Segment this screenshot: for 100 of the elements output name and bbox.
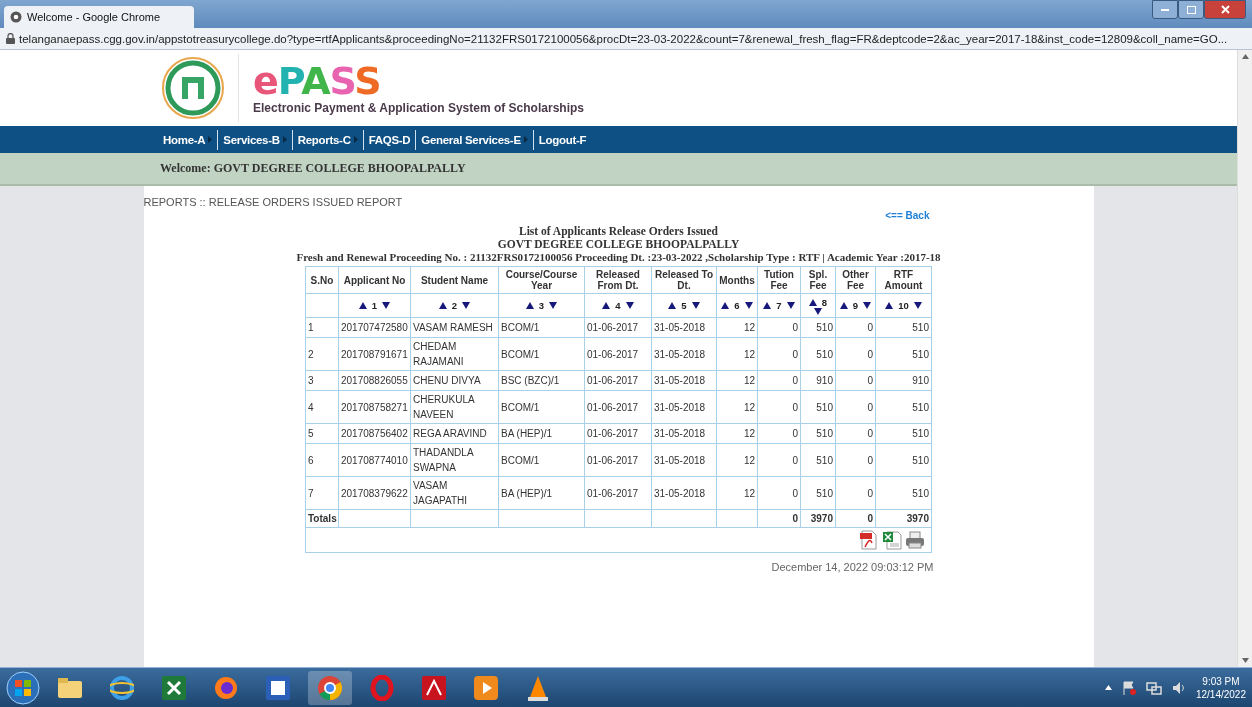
table-cell: 4 [308, 401, 314, 413]
table-cell: 0 [867, 322, 873, 333]
sort-up-icon[interactable] [763, 302, 772, 309]
sort-down-icon[interactable] [913, 302, 922, 309]
maximize-button[interactable] [1178, 0, 1204, 19]
sort-down-icon[interactable] [462, 302, 471, 309]
sort-up-icon[interactable] [525, 302, 534, 309]
table-cell: 510 [912, 322, 929, 333]
minimize-icon [1161, 8, 1169, 11]
table-cell: 0 [867, 487, 873, 499]
table-cell: 1 [308, 322, 314, 333]
table-cell: 12 [743, 348, 755, 360]
sort-up-icon[interactable] [885, 302, 894, 309]
table-cell: 01-06-2017 [587, 454, 639, 466]
column-header: RTF Amount [884, 269, 923, 291]
table-cell: 910 [912, 375, 929, 386]
network-icon[interactable] [1145, 680, 1162, 695]
table-cell: VASAM RAMESH [413, 322, 493, 333]
folder-icon[interactable] [58, 677, 82, 698]
table-cell: 0 [792, 401, 798, 413]
nav-link[interactable]: Services-B [218, 129, 293, 150]
table-cell: 31-05-2018 [654, 401, 706, 413]
sort-down-icon[interactable] [625, 302, 634, 309]
sort-up-icon[interactable] [721, 302, 730, 309]
sort-down-icon[interactable] [863, 302, 872, 309]
printer-icon[interactable] [905, 530, 925, 550]
scroll-up-icon[interactable] [1241, 54, 1249, 59]
sort-up-icon[interactable] [602, 302, 611, 309]
browser-icon [10, 11, 22, 23]
pdf-reader-icon[interactable] [422, 675, 446, 700]
total-cell: Totals [308, 513, 337, 524]
table-cell: VASAM JAGAPATHI [413, 480, 468, 506]
media-player-icon[interactable] [474, 675, 498, 700]
sort-down-icon[interactable] [691, 302, 700, 309]
table-cell: 0 [867, 401, 873, 413]
table-cell: 01-06-2017 [587, 348, 639, 360]
spreadsheet-icon[interactable] [882, 530, 902, 550]
total-cell: 3970 [906, 513, 929, 524]
table-cell: 510 [816, 428, 833, 439]
chrome-browser-icon[interactable] [317, 674, 343, 701]
table-cell: 31-05-2018 [654, 375, 706, 386]
sort-up-icon[interactable] [808, 298, 817, 306]
sort-number: 6 [734, 300, 740, 311]
sort-up-icon[interactable] [668, 302, 677, 309]
table-cell: 12 [743, 401, 755, 413]
column-header: Spl. Fee [808, 269, 828, 291]
page-heading: REPORTS :: RELEASE ORDERS ISSUED REPORT [143, 196, 403, 208]
sort-number: 7 [776, 300, 782, 311]
welcome-text: Welcome: GOVT DEGREE COLLEGE BHOOPALPALLY [160, 161, 466, 176]
taskbar-clock[interactable]: 9:03 PM 12/14/2022 [1195, 674, 1246, 701]
table-cell: 01-06-2017 [587, 487, 639, 499]
sort-up-icon[interactable] [438, 302, 447, 309]
sort-down-icon[interactable] [744, 302, 753, 309]
tray-arrow-icon[interactable] [1104, 685, 1112, 690]
report-title: List of Applicants Release Orders Issued [519, 225, 718, 238]
column-header: Course/Course Year [505, 269, 578, 291]
column-header: Released To Dt. [654, 269, 714, 291]
table-cell: 01-06-2017 [587, 428, 639, 439]
browser-tab[interactable]: Welcome - Google Chrome [4, 6, 194, 28]
table-cell: 12 [743, 428, 755, 439]
start-orb-icon[interactable] [6, 670, 40, 705]
table-cell: CHERUKULA NAVEEN [413, 394, 475, 420]
traffic-cone-icon[interactable] [526, 674, 550, 701]
table-cell: 0 [792, 348, 798, 360]
nav-link[interactable]: FAQS-D [363, 129, 417, 150]
document-icon[interactable] [266, 675, 290, 700]
table-cell: 0 [792, 454, 798, 466]
sort-up-icon[interactable] [358, 302, 367, 309]
sort-number: 2 [451, 300, 458, 311]
nav-link[interactable]: Home-A [158, 129, 219, 150]
scrollbar[interactable] [1237, 50, 1252, 667]
sort-down-icon[interactable] [786, 302, 795, 309]
table-cell: 510 [816, 487, 833, 499]
table-cell: 5 [308, 428, 314, 439]
close-button[interactable] [1204, 0, 1246, 19]
table-cell: 3 [308, 375, 314, 386]
fox-browser-icon[interactable] [214, 675, 238, 700]
sort-number: 8 [821, 296, 828, 308]
sort-up-icon[interactable] [839, 302, 848, 309]
table-cell: 31-05-2018 [654, 454, 706, 466]
table-cell: 12 [743, 454, 755, 466]
total-cell: 3970 [810, 513, 833, 524]
flag-icon[interactable] [1121, 680, 1136, 695]
back-link[interactable]: <== Back [885, 210, 930, 221]
pdf-icon[interactable] [859, 530, 879, 550]
sort-number: 9 [852, 300, 859, 311]
scroll-down-icon[interactable] [1241, 658, 1249, 663]
spreadsheet-icon[interactable] [162, 675, 186, 700]
site-subtitle: Electronic Payment & Application System of Scholarships [253, 101, 584, 115]
column-header: S.No [310, 274, 334, 286]
nav-link[interactable]: Reports-C [292, 129, 364, 150]
speaker-icon[interactable] [1171, 680, 1186, 695]
nav-link[interactable]: General Services-E [416, 129, 534, 150]
table-cell: BCOM/1 [501, 322, 540, 333]
sort-down-icon[interactable] [549, 302, 558, 309]
globe-e-icon[interactable] [110, 675, 134, 700]
sort-down-icon[interactable] [382, 302, 391, 309]
nav-link[interactable]: Logout-F [533, 129, 592, 150]
sort-down-icon[interactable] [814, 307, 822, 315]
minimize-button[interactable] [1152, 0, 1178, 19]
